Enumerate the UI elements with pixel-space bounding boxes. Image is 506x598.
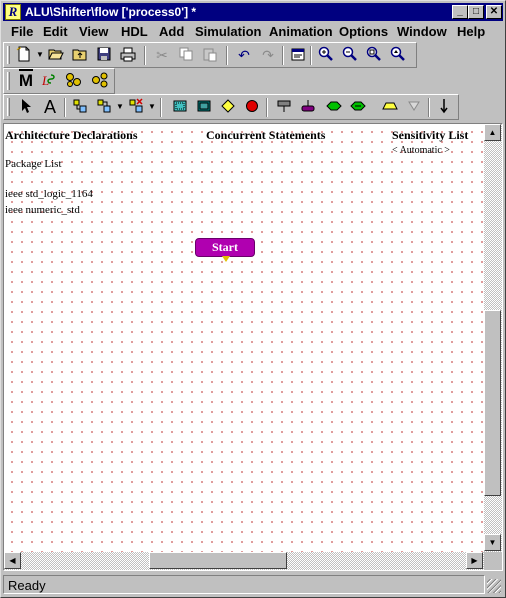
start-node[interactable]: Start xyxy=(195,238,255,257)
package-list-label[interactable]: Package List xyxy=(5,158,62,170)
delete-from-hierarchy-icon[interactable] xyxy=(126,98,146,116)
toolbar-separator xyxy=(266,98,268,117)
status-bar: Ready xyxy=(3,574,503,595)
toolbar-separator xyxy=(282,46,284,65)
scroll-up-icon[interactable]: ▲ xyxy=(484,124,501,141)
toolbar-separator xyxy=(310,46,312,65)
flowchart-canvas[interactable]: Architecture Declarations Concurrent Sta… xyxy=(4,124,484,552)
new-dropdown-icon[interactable]: ▼ xyxy=(36,46,44,64)
status-text: Ready xyxy=(3,575,485,594)
scroll-corner xyxy=(484,552,502,570)
horizontal-scroll-thumb[interactable] xyxy=(149,552,287,569)
menu-view[interactable]: View xyxy=(79,24,108,39)
flowchart-toolbar: A ▼ ▼ xyxy=(3,94,459,120)
copy-icon[interactable] xyxy=(176,46,196,64)
open-folder-icon[interactable] xyxy=(46,46,66,64)
hierarchy-icon[interactable] xyxy=(64,72,84,90)
zoom-fit-icon[interactable] xyxy=(364,46,384,64)
toolbar-separator xyxy=(160,98,162,117)
print-icon[interactable] xyxy=(118,46,138,64)
toolbar-separator xyxy=(64,98,66,117)
menu-window[interactable]: Window xyxy=(397,24,447,39)
embedded-block-icon[interactable] xyxy=(194,98,214,116)
zoom-out-icon[interactable] xyxy=(340,46,360,64)
resize-grip-icon[interactable] xyxy=(487,579,501,593)
menu-file[interactable]: File xyxy=(11,24,33,39)
menu-add[interactable]: Add xyxy=(159,24,184,39)
menu-bar: File Edit View HDL Add Simulation Animat… xyxy=(3,22,503,41)
package-item[interactable]: ieee std_logic_1164 xyxy=(5,188,93,200)
generate-hdl-icon[interactable]: L xyxy=(40,72,60,90)
toolbar-separator xyxy=(144,46,146,65)
undo-icon[interactable]: ↶ xyxy=(234,46,254,64)
vertical-scroll-thumb[interactable] xyxy=(484,310,501,496)
package-item[interactable]: ieee numeric_std xyxy=(5,204,80,216)
menu-simulation[interactable]: Simulation xyxy=(195,24,261,39)
action-box-icon[interactable] xyxy=(170,98,190,116)
standard-toolbar: ▼ ✂ ↶ ↷ xyxy=(3,42,417,68)
add-hierarchy-icon[interactable] xyxy=(94,98,114,116)
paste-icon[interactable] xyxy=(200,46,220,64)
scroll-down-icon[interactable]: ▼ xyxy=(484,534,501,551)
zoom-selection-icon[interactable] xyxy=(388,46,408,64)
delete-dropdown-icon[interactable]: ▼ xyxy=(148,98,156,116)
text-tool-icon[interactable]: A xyxy=(40,98,60,116)
vertical-scrollbar[interactable]: ▲ ▼ xyxy=(484,124,502,552)
zoom-in-icon[interactable] xyxy=(316,46,336,64)
architecture-declarations-header[interactable]: Architecture Declarations xyxy=(5,128,138,143)
flow-arrow-icon[interactable] xyxy=(434,98,454,116)
wait-box-icon[interactable] xyxy=(242,98,262,116)
menu-options[interactable]: Options xyxy=(339,24,388,39)
window-title: ALU\Shifter\flow ['process0'] * xyxy=(25,5,197,19)
select-arrow-icon[interactable] xyxy=(16,98,36,116)
redo-icon[interactable]: ↷ xyxy=(258,46,278,64)
open-parent-icon[interactable] xyxy=(70,46,90,64)
sensitivity-list-header[interactable]: Sensitivity List xyxy=(392,128,468,143)
new-icon[interactable] xyxy=(14,46,34,64)
modelsim-icon[interactable]: M xyxy=(16,69,36,90)
loop-end-icon[interactable] xyxy=(348,98,368,116)
menu-edit[interactable]: Edit xyxy=(43,24,68,39)
menu-animation[interactable]: Animation xyxy=(269,24,333,39)
close-button[interactable]: ✕ xyxy=(486,5,502,19)
horizontal-scrollbar[interactable]: ◀ ▶ xyxy=(4,552,484,570)
concurrent-statements-header[interactable]: Concurrent Statements xyxy=(206,128,325,143)
loop-start-icon[interactable] xyxy=(324,98,344,116)
end-switch-icon[interactable] xyxy=(404,98,424,116)
menu-help[interactable]: Help xyxy=(457,24,485,39)
scroll-right-icon[interactable]: ▶ xyxy=(466,552,483,569)
switch-box-icon[interactable] xyxy=(380,98,400,116)
maximize-button[interactable]: □ xyxy=(468,5,484,19)
toolbar-grip[interactable] xyxy=(7,72,10,90)
hierarchy-dropdown-icon[interactable]: ▼ xyxy=(116,98,124,116)
end-point-icon[interactable] xyxy=(298,98,318,116)
cut-icon[interactable]: ✂ xyxy=(152,46,172,64)
app-window: R ALU\Shifter\flow ['process0'] * _ □ ✕ … xyxy=(0,0,506,598)
menu-hdl[interactable]: HDL xyxy=(121,24,148,39)
hdl-toolbar: M L xyxy=(3,68,115,94)
toolbar-grip[interactable] xyxy=(7,46,10,64)
save-icon[interactable] xyxy=(94,46,114,64)
app-icon[interactable]: R xyxy=(5,4,21,20)
start-connector-icon xyxy=(222,256,230,262)
toolbar-separator xyxy=(226,46,228,65)
decision-box-icon[interactable] xyxy=(218,98,238,116)
toolbar-separator xyxy=(428,98,430,117)
sensitivity-automatic[interactable]: < Automatic > xyxy=(392,145,450,156)
title-bar[interactable]: R ALU\Shifter\flow ['process0'] * _ □ ✕ xyxy=(3,3,503,21)
minimize-button[interactable]: _ xyxy=(452,5,468,19)
start-point-icon[interactable] xyxy=(274,98,294,116)
scroll-left-icon[interactable]: ◀ xyxy=(4,552,21,569)
add-interface-icon[interactable] xyxy=(70,98,90,116)
toolbar-grip[interactable] xyxy=(7,98,10,116)
component-browser-icon[interactable] xyxy=(90,72,110,90)
properties-icon[interactable] xyxy=(288,46,308,64)
